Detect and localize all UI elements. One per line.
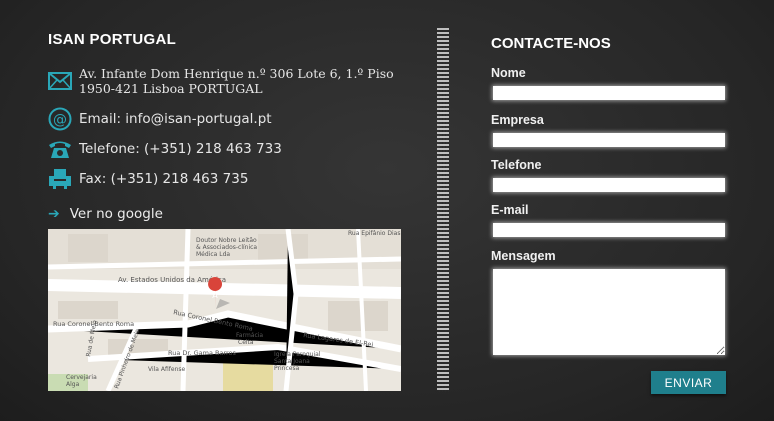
fax-row: Fax: (+351) 218 463 735 — [48, 168, 248, 190]
address-row: Av. Infante Dom Henrique n.º 306 Lote 6,… — [48, 66, 394, 96]
vertical-divider — [437, 28, 449, 392]
address-line-2: 1950-421 Lisboa PORTUGAL — [79, 81, 263, 96]
map-label-pharmacy-2: Celta — [238, 339, 254, 346]
map-marker-letter: A — [212, 291, 218, 300]
map-label-church: Igreja Paroquial — [274, 351, 321, 358]
submit-button[interactable]: ENVIAR — [651, 371, 726, 394]
company-info: ISAN PORTUGAL Av. Infante Dom Henrique n… — [48, 0, 408, 421]
phone-field[interactable] — [493, 178, 725, 192]
company-name: ISAN PORTUGAL — [48, 31, 177, 48]
company-label: Empresa — [491, 113, 544, 127]
map-label-church-2: Santa Joana — [274, 358, 310, 365]
email-field[interactable] — [493, 223, 725, 237]
fax-number: Fax: (+351) 218 463 735 — [79, 171, 249, 187]
message-textarea[interactable] — [493, 269, 725, 355]
google-map-link[interactable]: ➔ Ver no google — [48, 206, 163, 222]
address: Av. Infante Dom Henrique n.º 306 Lote 6,… — [79, 66, 394, 96]
envelope-icon — [48, 70, 72, 92]
telephone-icon — [48, 138, 72, 160]
contact-form: CONTACTE-NOS Nome Empresa Telefone E-mai… — [491, 0, 731, 421]
phone-label: Telefone — [491, 158, 542, 172]
arrow-right-icon: ➔ — [48, 206, 60, 222]
map-label-epifanio: Rua Epifânio Dias — [348, 230, 400, 237]
map-label-gama: Rua Dr. Gama Barros — [168, 349, 237, 357]
map-label-brewery-2: Alga — [66, 381, 80, 388]
map-label-brewery: Cervejaria — [66, 374, 97, 381]
google-map-link-label: Ver no google — [69, 206, 163, 222]
message-label: Mensagem — [491, 249, 556, 263]
svg-text:@: @ — [53, 112, 67, 128]
map-label-clinic-3: Médica Lda — [196, 251, 230, 258]
map-label-church-3: Princesa — [274, 365, 300, 372]
email-label: E-mail — [491, 203, 529, 217]
map-label-pharmacy: Farmácia — [236, 332, 263, 339]
phone-row: Telefone: (+351) 218 463 733 — [48, 138, 282, 160]
email-row: @ Email: info@isan-portugal.pt — [48, 107, 272, 131]
location-map[interactable]: Doutor Nobre Leitão & Associados-clínica… — [48, 229, 401, 391]
map-label-clinic: Doutor Nobre Leitão — [196, 237, 257, 244]
map-label-clinic-2: & Associados-clínica — [196, 244, 257, 251]
email-link[interactable]: Email: info@isan-portugal.pt — [79, 111, 272, 127]
name-field[interactable] — [493, 86, 725, 100]
fax-icon — [48, 168, 72, 190]
name-label: Nome — [491, 66, 526, 80]
map-label-afinense: Vila Afifense — [148, 366, 186, 373]
address-line-1: Av. Infante Dom Henrique n.º 306 Lote 6,… — [79, 66, 394, 81]
company-field[interactable] — [493, 133, 725, 147]
at-icon: @ — [48, 107, 72, 131]
phone-number: Telefone: (+351) 218 463 733 — [79, 141, 282, 157]
form-title: CONTACTE-NOS — [491, 35, 611, 52]
